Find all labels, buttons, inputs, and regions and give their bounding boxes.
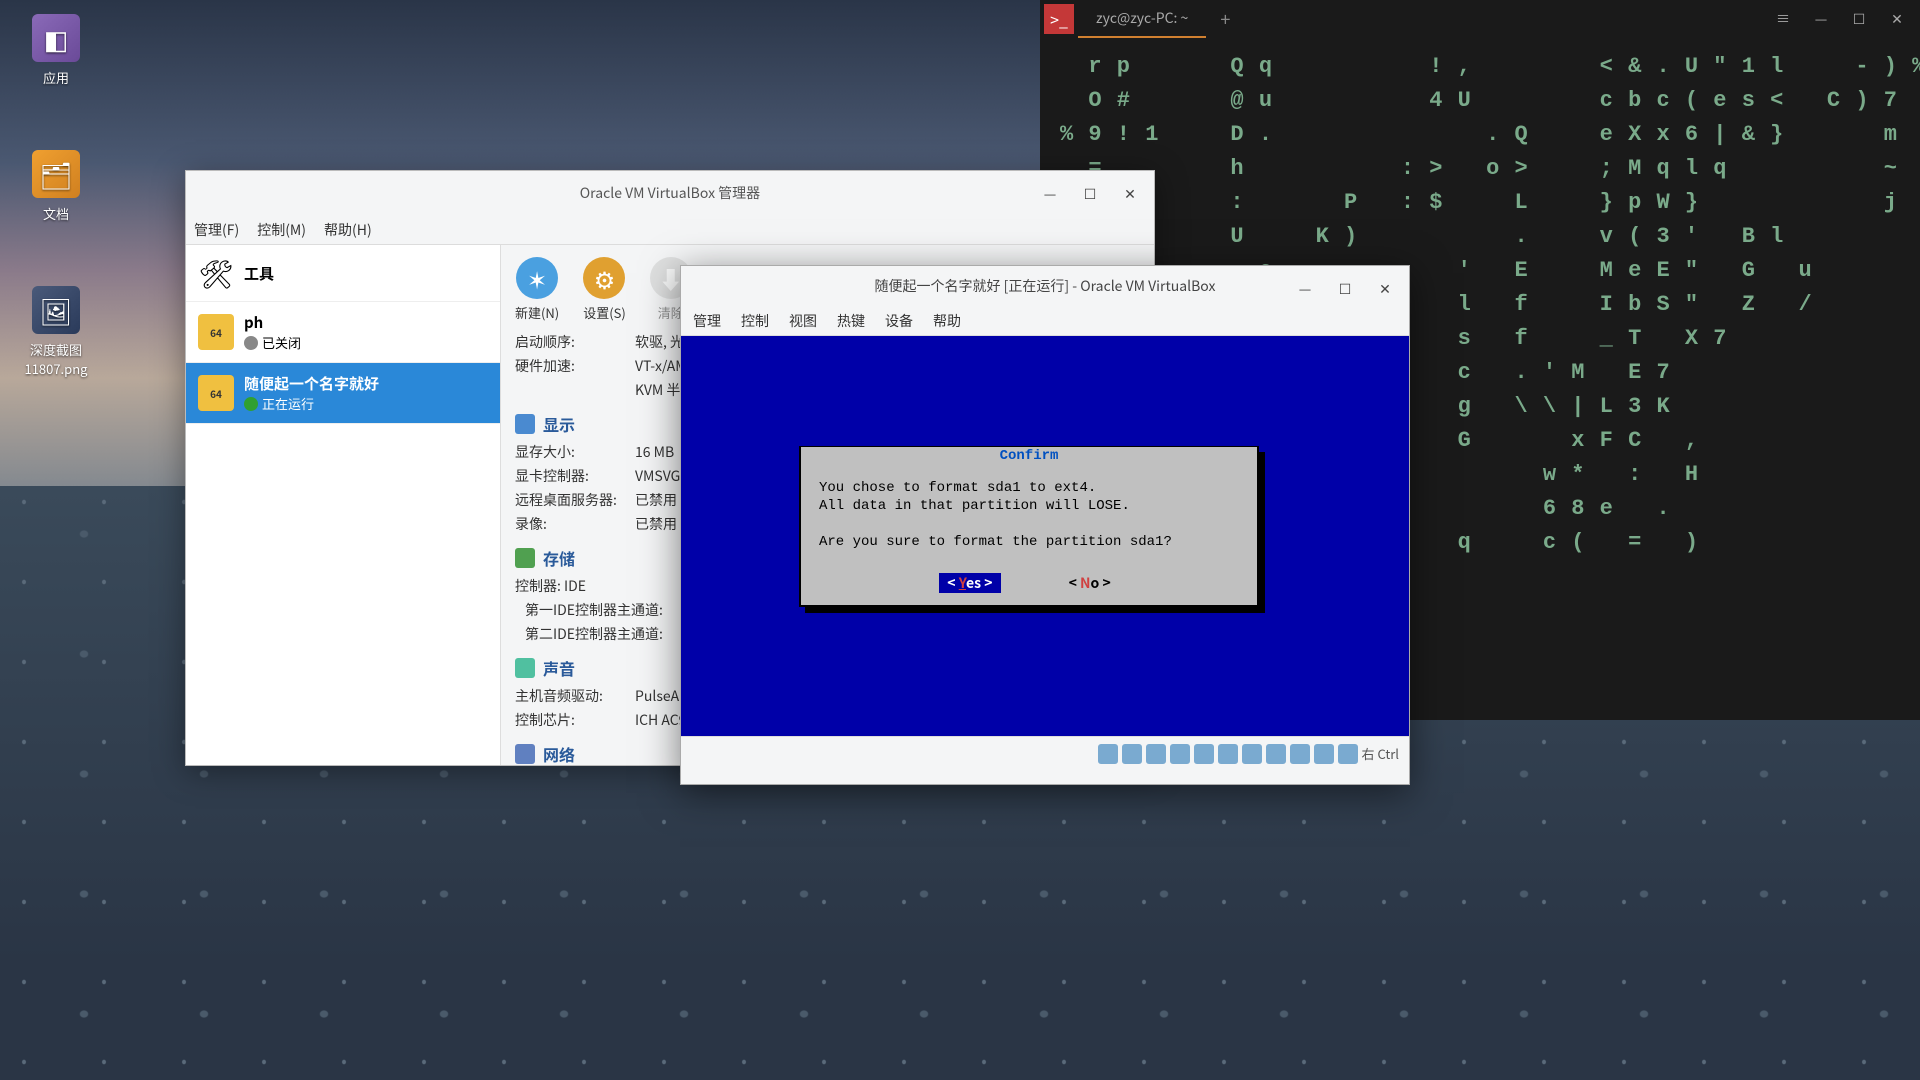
maximize-button[interactable]: ☐ bbox=[1842, 4, 1876, 34]
sidebar-vm-ph[interactable]: 64 ph 已关闭 bbox=[186, 302, 500, 363]
vm-screen[interactable]: Confirm You chose to format sda1 to ext4… bbox=[681, 336, 1409, 736]
tools-icon: 🛠 bbox=[198, 255, 234, 291]
desktop-icon-documents[interactable]: 🗂 文档 bbox=[16, 150, 96, 223]
vm-window-title: 随便起一个名字就好 [正在运行] - Oracle VM VirtualBox … bbox=[681, 266, 1409, 306]
status-net-icon[interactable] bbox=[1170, 744, 1190, 764]
menu-control[interactable]: 控制(M) bbox=[257, 220, 306, 240]
vm-menu-devices[interactable]: 设备 bbox=[885, 311, 913, 331]
vm-menu-help[interactable]: 帮助 bbox=[933, 311, 961, 331]
display-icon bbox=[515, 414, 535, 434]
menu-help[interactable]: 帮助(H) bbox=[324, 220, 372, 240]
storage-icon bbox=[515, 548, 535, 568]
dialog-title: Confirm bbox=[801, 447, 1257, 465]
desktop-icon-screenshot[interactable]: 🖼 深度截图 11807.png bbox=[16, 286, 96, 378]
status-cd-icon[interactable] bbox=[1122, 744, 1142, 764]
status-cpu-icon[interactable] bbox=[1314, 744, 1334, 764]
status-vrde-icon[interactable] bbox=[1290, 744, 1310, 764]
vm-icon: 64 bbox=[198, 314, 234, 350]
terminal-icon: >_ bbox=[1044, 4, 1074, 34]
yes-button[interactable]: < Yes > bbox=[939, 573, 1000, 593]
apps-icon: ◧ bbox=[32, 14, 80, 62]
status-display-icon[interactable] bbox=[1242, 744, 1262, 764]
vm-menu-control[interactable]: 控制 bbox=[741, 311, 769, 331]
desktop-icon-label: 深度截图 11807.png bbox=[16, 340, 96, 378]
dialog-body: You chose to format sda1 to ext4. All da… bbox=[801, 465, 1257, 565]
image-icon: 🖼 bbox=[32, 286, 80, 334]
minimize-button[interactable]: — bbox=[1285, 274, 1325, 304]
network-icon bbox=[515, 744, 535, 764]
settings-button[interactable]: ⚙设置(S) bbox=[583, 257, 626, 322]
vm-running-window: 随便起一个名字就好 [正在运行] - Oracle VM VirtualBox … bbox=[680, 265, 1410, 785]
menu-icon[interactable]: ≡ bbox=[1766, 4, 1800, 34]
vm-icon: 64 bbox=[198, 375, 234, 411]
close-button[interactable]: ✕ bbox=[1110, 179, 1150, 209]
terminal-tab[interactable]: zyc@zyc-PC: ~ bbox=[1078, 0, 1206, 38]
close-button[interactable]: ✕ bbox=[1365, 274, 1405, 304]
status-shared-icon[interactable] bbox=[1218, 744, 1238, 764]
maximize-button[interactable]: ☐ bbox=[1070, 179, 1110, 209]
status-audio-icon[interactable] bbox=[1146, 744, 1166, 764]
status-rec-icon[interactable] bbox=[1266, 744, 1286, 764]
folder-icon: 🗂 bbox=[32, 150, 80, 198]
audio-icon bbox=[515, 658, 535, 678]
desktop-icon-label: 应用 bbox=[16, 68, 96, 87]
window-title: Oracle VM VirtualBox 管理器 — ☐ ✕ bbox=[186, 171, 1154, 215]
sidebar-vm-selected[interactable]: 64 随便起一个名字就好 正在运行 bbox=[186, 363, 500, 424]
minimize-button[interactable]: — bbox=[1804, 4, 1838, 34]
close-button[interactable]: ✕ bbox=[1880, 4, 1914, 34]
vm-menu-icon[interactable] bbox=[470, 387, 488, 399]
no-button[interactable]: < No > bbox=[1061, 573, 1119, 593]
sidebar-tools[interactable]: 🛠 工具 bbox=[186, 245, 500, 302]
status-hd-icon[interactable] bbox=[1098, 744, 1118, 764]
status-usb-icon[interactable] bbox=[1194, 744, 1214, 764]
vm-menu-input[interactable]: 热键 bbox=[837, 311, 865, 331]
host-key-label: 右 Ctrl bbox=[1362, 744, 1399, 763]
status-mouse-icon[interactable] bbox=[1338, 744, 1358, 764]
vm-menu-manage[interactable]: 管理 bbox=[693, 311, 721, 331]
new-tab-button[interactable]: + bbox=[1206, 6, 1244, 32]
vm-statusbar: 右 Ctrl bbox=[681, 736, 1409, 770]
new-button[interactable]: ✶新建(N) bbox=[515, 257, 559, 322]
desktop-icon-label: 文档 bbox=[16, 204, 96, 223]
maximize-button[interactable]: ☐ bbox=[1325, 274, 1365, 304]
confirm-dialog: Confirm You chose to format sda1 to ext4… bbox=[799, 446, 1259, 607]
menu-file[interactable]: 管理(F) bbox=[194, 220, 239, 240]
minimize-button[interactable]: — bbox=[1030, 179, 1070, 209]
vm-menu-view[interactable]: 视图 bbox=[789, 311, 817, 331]
desktop-icon-apps[interactable]: ◧ 应用 bbox=[16, 14, 96, 87]
